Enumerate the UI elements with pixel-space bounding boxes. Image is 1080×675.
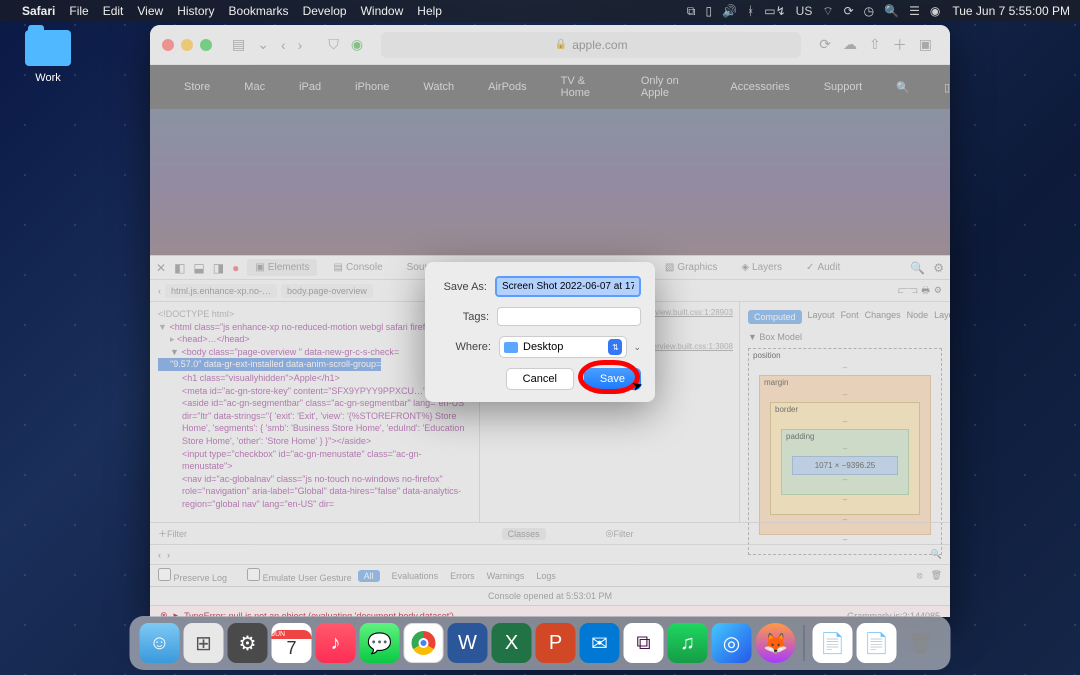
volume-icon[interactable]: 🔊 (722, 4, 737, 18)
menu-history[interactable]: History (177, 4, 214, 18)
menu-view[interactable]: View (137, 4, 163, 18)
battery-icon[interactable]: ▭↯ (764, 4, 785, 18)
bluetooth-icon[interactable]: ᚼ (747, 4, 754, 18)
dock-screenshot[interactable]: 📄 (857, 623, 897, 663)
dock-messages[interactable]: 💬 (360, 623, 400, 663)
desktop-folder-work[interactable]: Work (18, 30, 78, 84)
input-source-icon[interactable]: US (796, 4, 813, 18)
dock-outlook[interactable]: ✉ (580, 623, 620, 663)
save-as-input[interactable] (495, 276, 641, 297)
siri-icon[interactable]: ◉ (930, 4, 940, 18)
dock-settings[interactable]: ⚙ (228, 623, 268, 663)
dock-calendar[interactable]: JUN7 (272, 623, 312, 663)
phone-icon[interactable]: ▯ (705, 4, 712, 18)
dock-slack[interactable]: ⧉ (624, 623, 664, 663)
dock-safari[interactable]: ◎ (712, 623, 752, 663)
menu-file[interactable]: File (69, 4, 88, 18)
dock-powerpoint[interactable]: P (536, 623, 576, 663)
wifi-icon[interactable]: ⌔ (822, 4, 833, 19)
save-dialog: Save As: Tags: Where: Desktop ⇅ ⌄ Cancel… (425, 262, 655, 402)
dock-divider (804, 625, 805, 661)
menu-bookmarks[interactable]: Bookmarks (229, 4, 289, 18)
save-button[interactable]: Save ➤ (584, 368, 641, 390)
select-arrows-icon: ⇅ (608, 339, 622, 355)
dock-firefox[interactable]: 🦊 (756, 623, 796, 663)
expand-dialog-icon[interactable]: ⌄ (633, 342, 641, 353)
control-center-icon[interactable]: ☰ (909, 4, 920, 18)
menubar-clock[interactable]: Tue Jun 7 5:55:00 PM (952, 4, 1070, 18)
where-select[interactable]: Desktop ⇅ (499, 336, 627, 358)
dock-launchpad[interactable]: ⊞ (184, 623, 224, 663)
dropbox-icon[interactable]: ⧉ (687, 4, 696, 19)
clock-icon[interactable]: ◷ (864, 4, 874, 18)
save-as-label: Save As: (439, 281, 487, 293)
search-icon[interactable]: 🔍 (884, 4, 899, 18)
where-label: Where: (439, 341, 491, 353)
sync-icon[interactable]: ⟳ (844, 4, 854, 18)
cancel-button[interactable]: Cancel (506, 368, 574, 390)
where-value: Desktop (523, 341, 563, 353)
folder-label: Work (18, 72, 78, 84)
cursor-icon: ➤ (630, 377, 645, 395)
dock-finder[interactable]: ☺ (140, 623, 180, 663)
dock-chrome[interactable] (404, 623, 444, 663)
folder-icon (504, 342, 518, 353)
dock-word[interactable]: W (448, 623, 488, 663)
menubar: Safari File Edit View History Bookmarks … (0, 0, 1080, 22)
menu-develop[interactable]: Develop (303, 4, 347, 18)
dock-excel[interactable]: X (492, 623, 532, 663)
tags-label: Tags: (439, 311, 489, 323)
menu-help[interactable]: Help (417, 4, 442, 18)
app-name[interactable]: Safari (22, 4, 55, 18)
dock-document[interactable]: 📄 (813, 623, 853, 663)
dock-trash[interactable]: 🗑 (901, 623, 941, 663)
tags-input[interactable] (497, 307, 641, 326)
dock-spotify[interactable]: ♫ (668, 623, 708, 663)
dock-music[interactable]: ♪ (316, 623, 356, 663)
dock: ☺ ⊞ ⚙ JUN7 ♪ 💬 W X P ✉ ⧉ ♫ ◎ 🦊 📄 📄 🗑 (130, 616, 951, 670)
menu-edit[interactable]: Edit (103, 4, 124, 18)
menu-window[interactable]: Window (361, 4, 404, 18)
folder-icon (25, 30, 71, 66)
